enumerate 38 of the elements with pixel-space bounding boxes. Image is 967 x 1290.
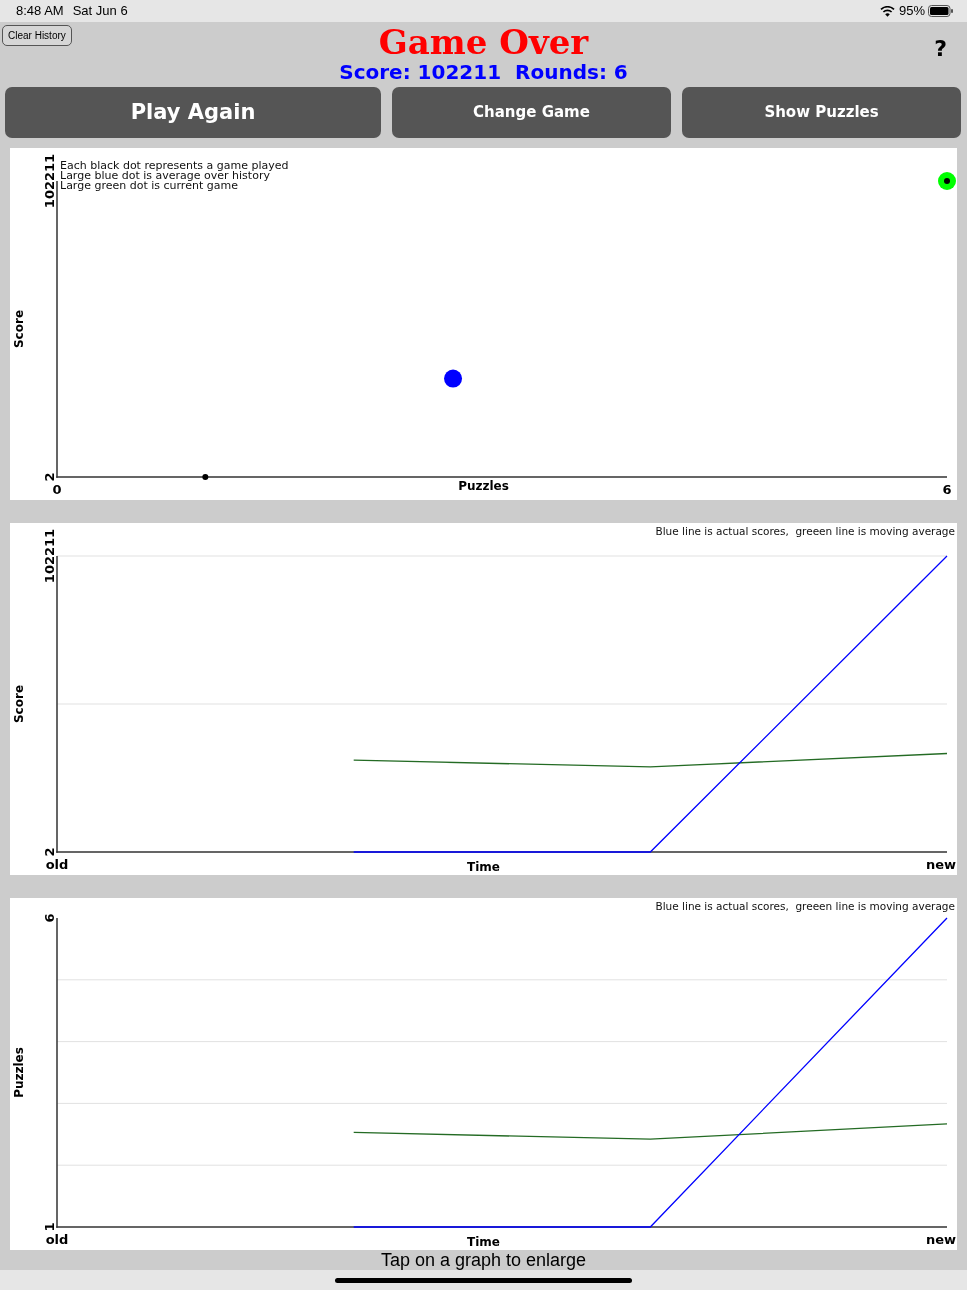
tick-label: new	[926, 1232, 957, 1247]
axis-title: Puzzles	[12, 1047, 26, 1098]
axis-title: Puzzles	[458, 479, 509, 493]
game-over-title: Game Over	[378, 24, 589, 60]
tick-label: 1	[42, 1222, 57, 1232]
tick-label: 102211	[42, 528, 57, 584]
axis-title: Time	[467, 860, 500, 874]
wifi-icon	[879, 5, 895, 17]
chart-annotation: Blue line is actual scores, greeen line is moving average	[655, 525, 955, 537]
help-button[interactable]: ?	[934, 36, 947, 62]
home-indicator[interactable]	[335, 1278, 632, 1283]
chart-annotation: Each black dot represents a game played	[60, 159, 289, 172]
battery-icon	[928, 5, 953, 17]
axis-title: Time	[467, 1235, 500, 1249]
tick-label: 0	[52, 482, 62, 497]
status-time: 8:48 AM	[16, 2, 64, 21]
tick-label: 102211	[42, 153, 57, 209]
tick-label: new	[926, 857, 957, 872]
graph-panel[interactable]: Blue line is actual scores, greeen line is moving average 102211 Score 2 old Time new	[10, 523, 957, 875]
tick-label: 2	[42, 847, 57, 857]
clear-history-button[interactable]: Clear History	[2, 25, 72, 46]
axis-title: Score	[12, 684, 26, 724]
graph-panel[interactable]: Each black dot represents a game played 102211 Large blue dot is average over history Large green dot is current game Score 2 0 Puzzles 6	[10, 148, 957, 500]
graph-panel[interactable]: Blue line is actual scores, greeen line is moving average 6 Puzzles 1 old Time new	[10, 898, 957, 1250]
axis-title: Score	[12, 309, 26, 349]
play-again-button[interactable]: Play Again	[5, 87, 381, 138]
show-puzzles-button[interactable]: Show Puzzles	[682, 87, 961, 138]
tick-label: 6	[942, 482, 952, 497]
battery-percent: 95%	[898, 2, 925, 21]
change-game-button[interactable]: Change Game	[392, 87, 671, 138]
tick-label: 6	[42, 913, 57, 923]
hint-text: Tap on a graph to enlarge	[379, 1250, 588, 1270]
tick-label: old	[45, 857, 69, 872]
status-date: Sat Jun 6	[72, 2, 128, 21]
chart-annotation: Blue line is actual scores, greeen line is moving average	[655, 900, 955, 912]
tick-label: old	[45, 1232, 69, 1247]
tick-label: 2	[42, 472, 57, 482]
score-text: Score: 102211 Rounds: 6	[339, 60, 628, 84]
